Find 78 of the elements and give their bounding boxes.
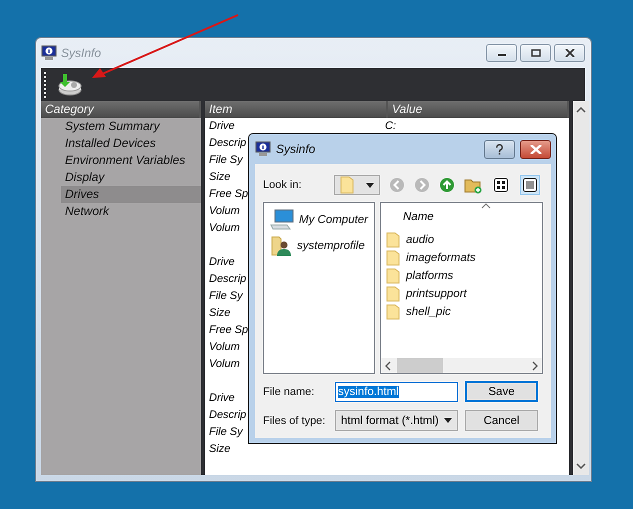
look-in-label: Look in: xyxy=(263,179,303,191)
category-item[interactable]: Drives xyxy=(61,186,201,203)
table-cell-text: Volum xyxy=(209,340,240,355)
computer-icon xyxy=(270,209,294,231)
minimize-button[interactable] xyxy=(486,44,517,62)
category-item[interactable]: Display xyxy=(61,169,201,186)
horizontal-scrollbar[interactable] xyxy=(381,358,542,373)
user-folder-icon xyxy=(270,235,292,257)
cancel-button[interactable]: Cancel xyxy=(465,410,538,431)
up-icon[interactable] xyxy=(439,177,455,193)
icon-view-button[interactable] xyxy=(491,175,511,195)
category-item[interactable]: Installed Devices xyxy=(61,135,201,152)
file-type-dropdown[interactable]: html format (*.html) xyxy=(335,410,458,431)
scroll-left-icon[interactable] xyxy=(385,360,391,370)
category-item[interactable]: Environment Variables xyxy=(61,152,201,169)
folder-icon xyxy=(386,250,400,266)
folder-item[interactable]: shell_pic xyxy=(406,306,451,318)
dropdown-caret-icon xyxy=(444,418,452,423)
window-title: SysInfo xyxy=(61,46,102,60)
file-type-label: Files of type: xyxy=(263,414,326,426)
dropdown-caret-icon xyxy=(366,182,374,188)
table-cell-text: Size xyxy=(209,306,230,321)
table-cell-text: Volum xyxy=(209,221,240,236)
dialog-title: Sysinfo xyxy=(276,142,316,156)
table-cell-text: Volum xyxy=(209,357,240,372)
close-button[interactable] xyxy=(554,44,585,62)
file-name-field[interactable]: sysinfo.html xyxy=(335,382,458,402)
table-cell-text: Descrip xyxy=(209,272,246,287)
table-cell-text: Volum xyxy=(209,204,240,219)
close-icon xyxy=(530,144,542,154)
detail-view-button[interactable] xyxy=(520,175,540,195)
table-cell-text: Free Sp xyxy=(209,187,248,202)
maximize-button[interactable] xyxy=(520,44,551,62)
monitor-info-icon xyxy=(41,45,57,61)
folder-icon xyxy=(386,304,400,320)
scroll-down-icon[interactable] xyxy=(576,463,586,469)
folder-item[interactable]: imageformats xyxy=(406,252,476,264)
column-header[interactable]: Category xyxy=(41,101,201,118)
table-cell-text: Size xyxy=(209,442,230,457)
table-cell-text: Descrip xyxy=(209,136,246,151)
table-cell-text: Drive xyxy=(209,255,235,270)
close-icon xyxy=(564,49,574,57)
save-button[interactable]: Save xyxy=(465,381,538,402)
maximize-icon xyxy=(530,49,540,57)
table-cell-text: Free Sp xyxy=(209,323,248,338)
folder-icon xyxy=(386,232,400,248)
category-item[interactable]: Network xyxy=(61,203,201,220)
folder-icon xyxy=(386,286,400,302)
close-button[interactable] xyxy=(520,140,551,158)
table-cell-text: File Sy xyxy=(209,153,243,168)
column-header[interactable]: Item xyxy=(205,101,388,118)
place-item[interactable]: My Computer xyxy=(299,214,368,226)
folder-item[interactable]: audio xyxy=(406,234,434,246)
folder-item[interactable]: printsupport xyxy=(406,288,467,300)
place-item[interactable]: systemprofile xyxy=(297,240,365,252)
folder-icon xyxy=(340,176,354,194)
vertical-scrollbar[interactable] xyxy=(573,101,589,475)
folder-item[interactable]: platforms xyxy=(406,270,454,282)
folder-icon xyxy=(386,268,400,284)
table-cell-text: File Sy xyxy=(209,289,243,304)
table-cell-text: File Sy xyxy=(209,425,243,440)
look-in-dropdown[interactable] xyxy=(334,175,380,195)
drive-save-icon[interactable] xyxy=(56,72,82,96)
table-cell-text: Drive xyxy=(209,391,235,406)
help-icon xyxy=(495,144,504,154)
scroll-right-icon[interactable] xyxy=(532,360,538,370)
table-cell-text: Descrip xyxy=(209,408,246,423)
scroll-up-icon[interactable] xyxy=(576,107,586,113)
table-cell-text: C: xyxy=(385,119,396,134)
monitor-info-icon xyxy=(255,141,271,157)
sort-caret-icon xyxy=(481,203,491,209)
table-cell-text: Size xyxy=(209,170,230,185)
column-header[interactable]: Value xyxy=(388,101,569,118)
table-cell-text: Drive xyxy=(209,119,235,134)
help-button[interactable] xyxy=(484,140,515,158)
column-header[interactable]: Name xyxy=(403,209,542,231)
category-item[interactable]: System Summary xyxy=(61,118,201,135)
file-name-label: File name: xyxy=(263,386,316,398)
